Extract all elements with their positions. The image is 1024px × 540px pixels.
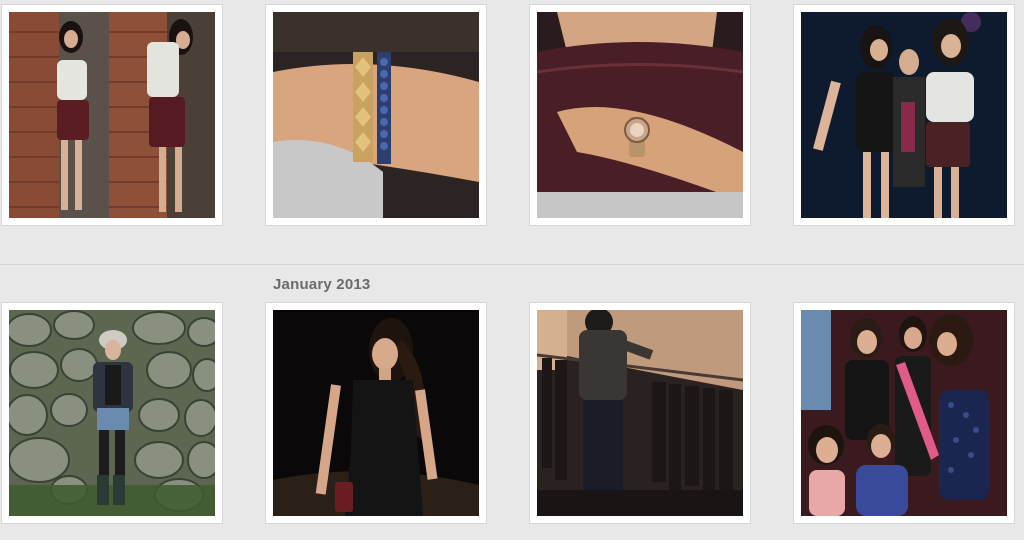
photo-image xyxy=(537,12,743,218)
photo-image xyxy=(9,310,215,516)
photo-image xyxy=(273,12,479,218)
photo-tile-bracelets[interactable] xyxy=(266,5,486,225)
photo-image xyxy=(9,12,215,218)
photo-image xyxy=(801,310,1007,516)
photo-tile-three-girls-party[interactable] xyxy=(794,5,1014,225)
photo-image xyxy=(801,12,1007,218)
photo-tile-stone-wall[interactable] xyxy=(2,303,222,523)
photo-tile-clothing-rack[interactable] xyxy=(530,303,750,523)
photo-image xyxy=(273,310,479,516)
photo-tile-girls-brick-wall[interactable] xyxy=(2,5,222,225)
photo-image xyxy=(537,310,743,516)
photo-tile-black-dress[interactable] xyxy=(266,303,486,523)
section-divider xyxy=(0,264,1024,265)
photo-gallery: January 2013 xyxy=(0,0,1024,540)
photo-tile-group-party[interactable] xyxy=(794,303,1014,523)
photo-tile-watch-leather-skirt[interactable] xyxy=(530,5,750,225)
month-heading: January 2013 xyxy=(273,276,371,293)
